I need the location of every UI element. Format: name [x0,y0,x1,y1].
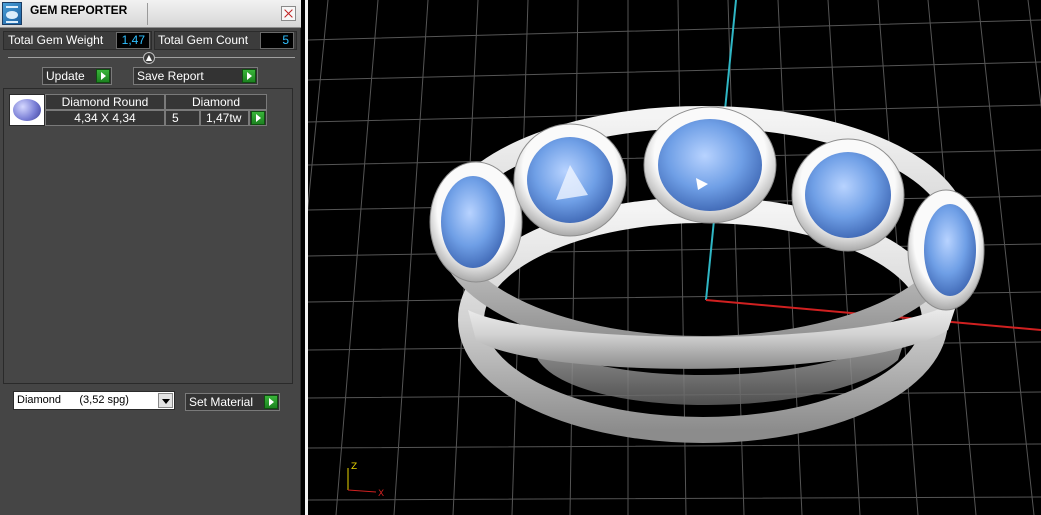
update-button[interactable]: Update [42,67,112,85]
total-gem-weight-value: 1,47 [116,32,150,49]
gem-reporter-panel: GEM REPORTER Total Gem Weight 1,47 Total… [0,0,301,515]
gem-reporter-app-icon [2,2,22,25]
axis-z-label: Z [351,462,357,472]
gem-shape-header: Diamond Round [45,94,165,110]
total-gem-count-label: Total Gem Count [158,33,249,47]
gem-weight-cell: 1,47tw [200,110,249,126]
total-gem-count-value: 5 [260,32,294,49]
gem-thumbnail-icon[interactable] [9,94,45,126]
viewport-canvas[interactable]: Z X [308,0,1041,515]
set-material-button[interactable]: Set Material [185,393,280,411]
ring-model [429,106,985,443]
gem-list [3,88,293,384]
axis-x-label: X [378,489,384,499]
title-separator [147,3,148,25]
title-bar: GEM REPORTER [0,0,301,28]
material-select[interactable]: Diamond (3,52 spg) [13,391,175,410]
window-title: GEM REPORTER [30,3,128,17]
go-arrow-icon [242,69,256,83]
total-gem-weight-label: Total Gem Weight [8,33,104,47]
go-arrow-icon [251,111,265,125]
close-icon[interactable] [281,6,296,21]
dropdown-arrow-icon[interactable] [158,393,173,408]
gem-row-go-button[interactable] [249,110,267,126]
save-report-button[interactable]: Save Report [133,67,258,85]
collapse-icon[interactable]: ▲ [143,52,155,64]
go-arrow-icon [96,69,110,83]
update-button-label: Update [46,69,85,83]
3d-viewport[interactable]: Z X [305,0,1041,515]
set-material-button-label: Set Material [189,395,254,409]
gem-count-cell: 5 [165,110,200,126]
app-root: GEM REPORTER Total Gem Weight 1,47 Total… [0,0,1041,515]
go-arrow-icon [264,395,278,409]
material-select-value: Diamond (3,52 spg) [17,394,129,406]
save-report-button-label: Save Report [137,69,204,83]
axis-gizmo: Z X [347,462,384,499]
gem-material-header: Diamond [165,94,267,110]
gem-size-cell: 4,34 X 4,34 [45,110,165,126]
